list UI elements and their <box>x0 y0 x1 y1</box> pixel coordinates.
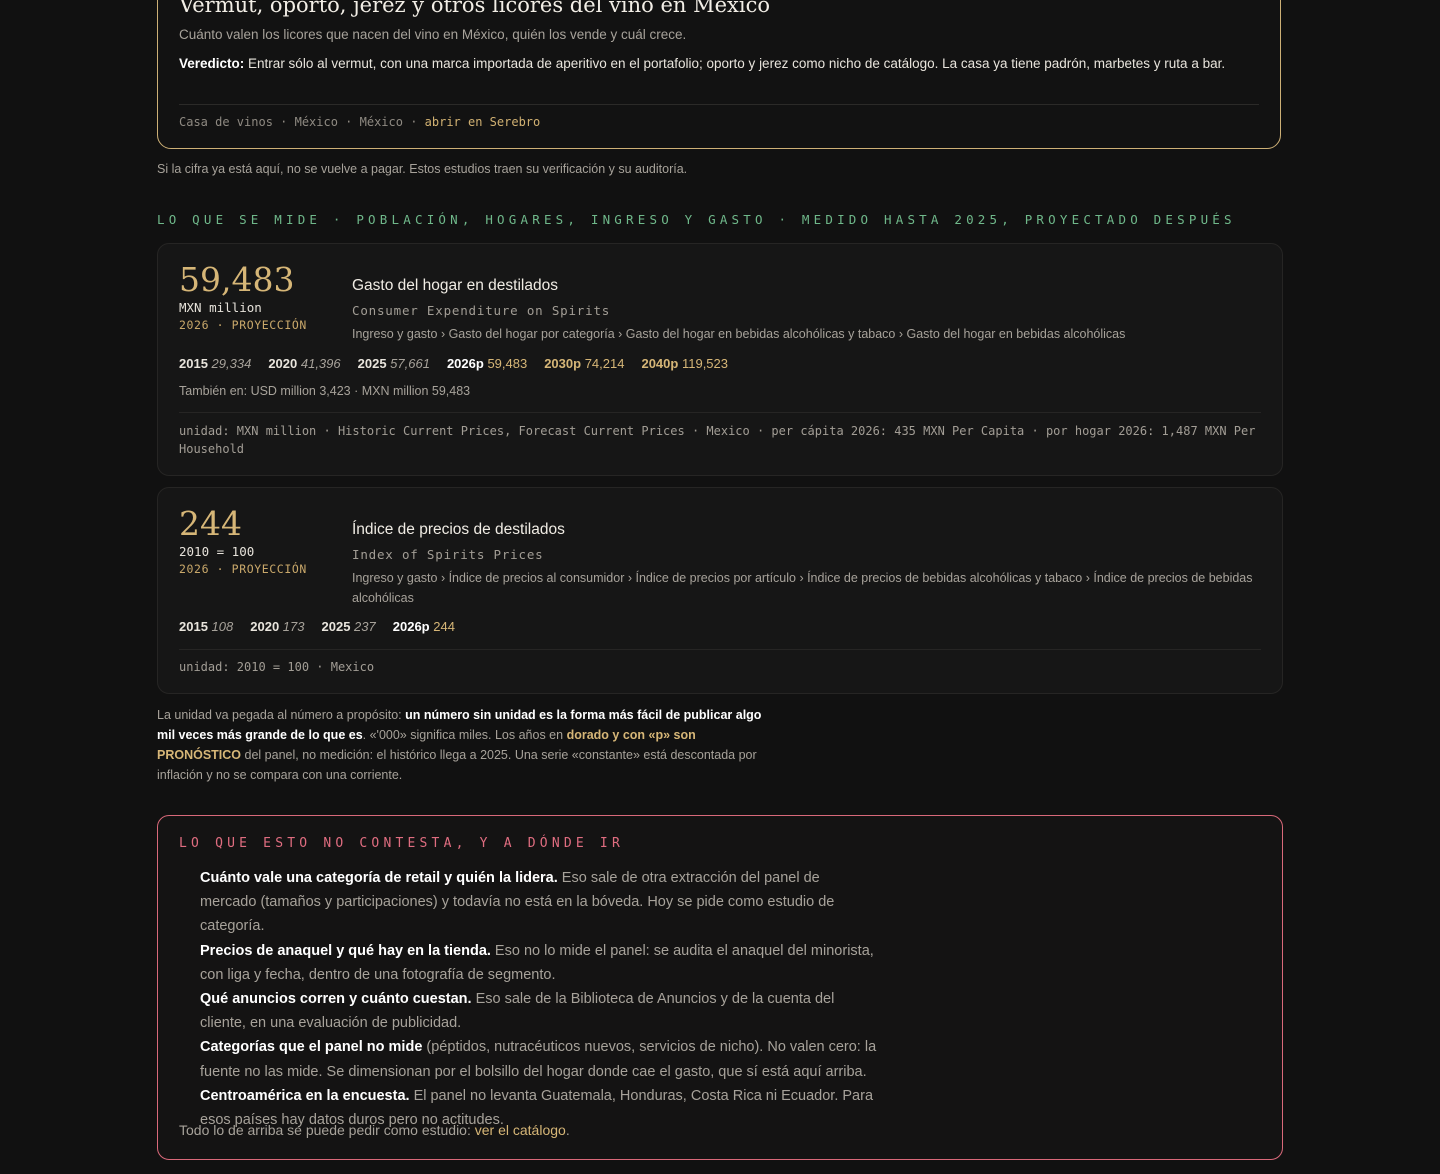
year-value: 2015 108 <box>179 619 234 634</box>
list-item: Cuánto vale una categoría de retail y qu… <box>200 870 835 935</box>
year-value-forecast: 2030p 74,214 <box>544 356 625 371</box>
year-value: 2025 57,661 <box>357 356 430 371</box>
year-values: 2015 108 2020 173 2025 237 2026p 244 <box>179 619 472 634</box>
year-value: 2025 237 <box>321 619 376 634</box>
metric-card: 244 2010 = 100 2026 · PROYECCIÓN Índice … <box>157 487 1283 694</box>
verdict-label: Veredicto: <box>179 56 245 71</box>
year-value-forecast: 2026p 244 <box>392 619 455 634</box>
not-answered-heading: LO QUE ESTO NO CONTESTA, Y A DÓNDE IR <box>179 836 624 851</box>
metric-value: 59,483 <box>179 260 295 299</box>
metric-footnote: unidad: MXN million · Historic Current P… <box>179 424 1256 456</box>
reuse-note: Si la cifra ya está aquí, no se vuelve a… <box>157 162 688 176</box>
metric-card: 59,483 MXN million 2026 · PROYECCIÓN Gas… <box>157 243 1283 476</box>
divider <box>179 649 1261 650</box>
metric-unit: 2010 = 100 <box>179 544 255 559</box>
metric-value: 244 <box>179 504 242 543</box>
metric-name-en: Index of Spirits Prices <box>352 547 544 562</box>
not-answered-list: Cuánto vale una categoría de retail y qu… <box>200 866 880 1132</box>
metric-period: 2026 · PROYECCIÓN <box>179 318 307 332</box>
year-value-forecast: 2040p 119,523 <box>641 356 728 371</box>
divider <box>179 104 1259 105</box>
list-item: Qué anuncios corren y cuánto cuestan. Es… <box>200 991 835 1032</box>
section-heading: LO QUE SE MIDE · POBLACIÓN, HOGARES, ING… <box>157 212 1236 227</box>
list-item: Precios de anaquel y qué hay en la tiend… <box>200 942 874 983</box>
verdict-card: Vermut, oporto, jerez y otros licores de… <box>157 0 1281 149</box>
metric-unit: MXN million <box>179 300 262 315</box>
page-subtitle: Cuánto valen los licores que nacen del v… <box>179 27 687 42</box>
verdict-body: Entrar sólo al vermut, con una marca imp… <box>248 56 1226 71</box>
open-in-serebro-link[interactable]: abrir en Serebro <box>425 115 541 129</box>
metric-breadcrumb: Ingreso y gasto › Gasto del hogar por ca… <box>352 327 1126 341</box>
year-value: 2020 41,396 <box>268 356 341 371</box>
verdict-meta: Casa de vinos · México · México · abrir … <box>179 115 540 129</box>
year-value-forecast: 2026p 59,483 <box>446 356 528 371</box>
year-values: 2015 29,334 2020 41,396 2025 57,661 2026p 5… <box>179 356 745 371</box>
divider <box>179 412 1261 413</box>
metric-name: Índice de precios de destilados <box>352 521 565 538</box>
year-value: 2015 29,334 <box>179 356 252 371</box>
verdict-meta-text: Casa de vinos · México · México · <box>179 115 418 129</box>
metric-period: 2026 · PROYECCIÓN <box>179 562 307 576</box>
year-value: 2020 173 <box>250 619 305 634</box>
catalog-note: Todo lo de arriba se puede pedir como es… <box>179 1122 570 1138</box>
page-title: Vermut, oporto, jerez y otros licores de… <box>179 0 770 17</box>
not-answered-box: LO QUE ESTO NO CONTESTA, Y A DÓNDE IR Cu… <box>157 815 1283 1160</box>
list-item: Categorías que el panel no mide (péptido… <box>200 1039 877 1080</box>
unit-explanation: La unidad va pegada al número a propósit… <box>157 708 762 782</box>
verdict-text: Veredicto: Entrar sólo al vermut, con un… <box>179 53 1259 74</box>
metric-footnote: unidad: 2010 = 100 · Mexico <box>179 660 375 674</box>
metric-name-en: Consumer Expenditure on Spirits <box>352 303 611 318</box>
metric-also: También en: USD million 3,423 · MXN mill… <box>179 384 471 398</box>
metric-name: Gasto del hogar en destilados <box>352 277 558 294</box>
metric-breadcrumb: Ingreso y gasto › Índice de precios al c… <box>352 571 1253 605</box>
catalog-link[interactable]: ver el catálogo <box>475 1122 566 1138</box>
